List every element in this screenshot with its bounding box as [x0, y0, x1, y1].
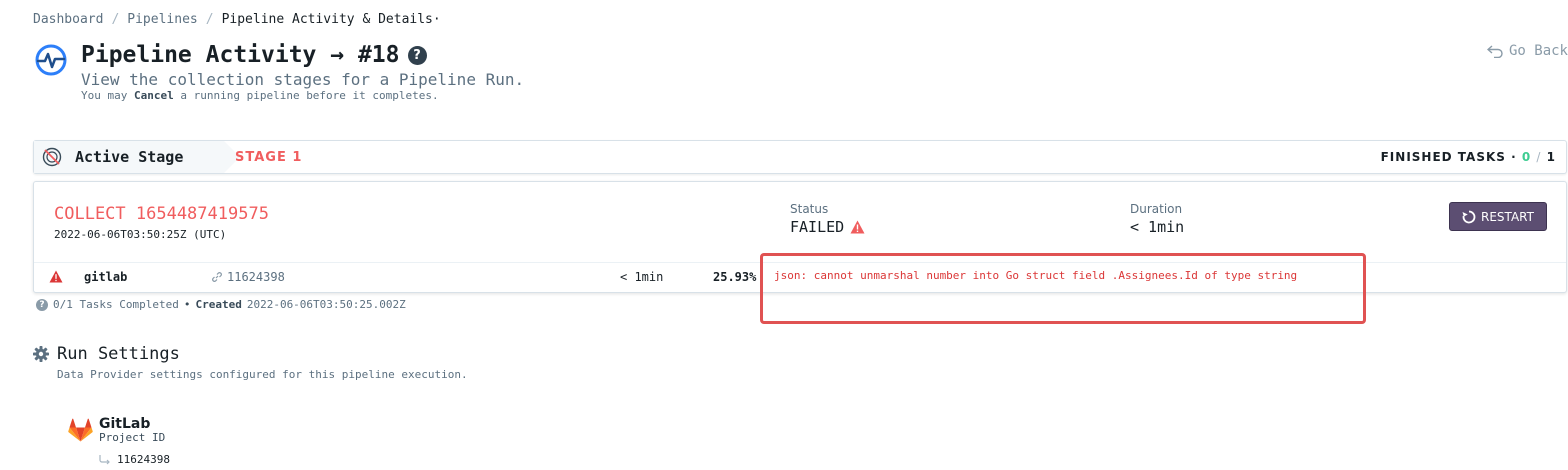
tasks-completed: 0/1 Tasks Completed — [53, 298, 179, 311]
question-circle-icon[interactable]: ? — [407, 45, 427, 65]
created-label: Created — [195, 298, 242, 311]
breadcrumb-dashboard-link[interactable]: Dashboard — [33, 12, 103, 27]
breadcrumb: Dashboard / Pipelines / Pipeline Activit… — [33, 12, 441, 27]
breadcrumb-separator: / — [111, 12, 120, 27]
page-subtitle: View the collection stages for a Pipelin… — [81, 70, 525, 89]
task-progress: 25.93% — [713, 270, 757, 284]
run-settings-heading: Run Settings — [57, 344, 180, 364]
task-duration: < 1min — [620, 270, 664, 284]
status-value: FAILED — [790, 218, 865, 236]
restart-button[interactable]: RESTART — [1449, 202, 1547, 231]
created-value: 2022-06-06T03:50:25.002Z — [246, 298, 406, 311]
finished-tasks-total: 1 — [1546, 150, 1556, 164]
link-icon — [212, 272, 222, 282]
provider-field-value: 11624398 — [99, 453, 170, 466]
task-plugin-name: gitlab — [84, 270, 128, 284]
breadcrumb-current: Pipeline Activity & Details· — [221, 12, 441, 27]
warning-triangle-icon — [850, 220, 865, 234]
finished-tasks-done: 0 — [1521, 150, 1532, 164]
stage-disabled-icon — [42, 147, 62, 167]
duration-value: < 1min — [1130, 218, 1185, 236]
duration-label: Duration — [1130, 202, 1183, 216]
active-stage-label: Active Stage — [75, 148, 184, 166]
finished-tasks-label: FINISHED TASKS · — [1380, 150, 1517, 164]
page-title: Pipeline Activity → #18 ? — [81, 42, 427, 68]
stage-bar: Active Stage STAGE 1 FINISHED TASKS · 0 … — [33, 140, 1567, 174]
provider-field-label: Project ID — [99, 431, 166, 444]
task-error-message: json: cannot unmarshal number into Go st… — [774, 269, 1298, 282]
warning-triangle-icon — [49, 270, 63, 283]
go-back-label: Go Back — [1508, 43, 1568, 59]
breadcrumb-separator: / — [205, 12, 214, 27]
task-project-id: 11624398 — [227, 270, 285, 284]
summary-dot: • — [183, 298, 191, 311]
provider-name: GitLab — [99, 416, 151, 432]
provider-project-id: 11624398 — [117, 453, 170, 466]
run-settings-title: Run Settings — [33, 344, 180, 364]
status-text: FAILED — [790, 218, 845, 236]
status-label: Status — [790, 202, 829, 216]
undo-icon — [1486, 45, 1503, 58]
task-project-link[interactable]: 11624398 — [212, 270, 285, 284]
question-circle-icon: ? — [36, 298, 48, 311]
pipeline-activity-icon — [35, 44, 67, 76]
hint-suffix: a running pipeline before it completes. — [180, 89, 439, 102]
hint-cancel-word: Cancel — [133, 89, 174, 102]
cancel-hint: You may Cancel a running pipeline before… — [81, 89, 439, 102]
collect-title: COLLECT 1654487419575 — [54, 204, 269, 224]
restart-label: RESTART — [1481, 209, 1534, 224]
corner-down-right-icon — [99, 454, 110, 464]
run-settings-description: Data Provider settings configured for th… — [57, 368, 468, 381]
hint-prefix: You may — [81, 89, 128, 102]
stage-name: STAGE 1 — [235, 150, 303, 165]
collect-timestamp: 2022-06-06T03:50:25Z (UTC) — [54, 228, 227, 241]
go-back-button[interactable]: Go Back — [1486, 43, 1568, 59]
gear-icon — [33, 346, 49, 362]
page-title-text: Pipeline Activity → #18 — [81, 42, 400, 68]
breadcrumb-pipelines-link[interactable]: Pipelines — [127, 12, 197, 27]
tasks-summary: ? 0/1 Tasks Completed • Created 2022-06-… — [36, 298, 406, 311]
finished-tasks-counter: FINISHED TASKS · 0 / 1 — [1381, 150, 1556, 164]
finished-tasks-separator: / — [1536, 150, 1542, 164]
refresh-icon — [1462, 210, 1476, 223]
gitlab-logo-icon — [68, 418, 93, 442]
